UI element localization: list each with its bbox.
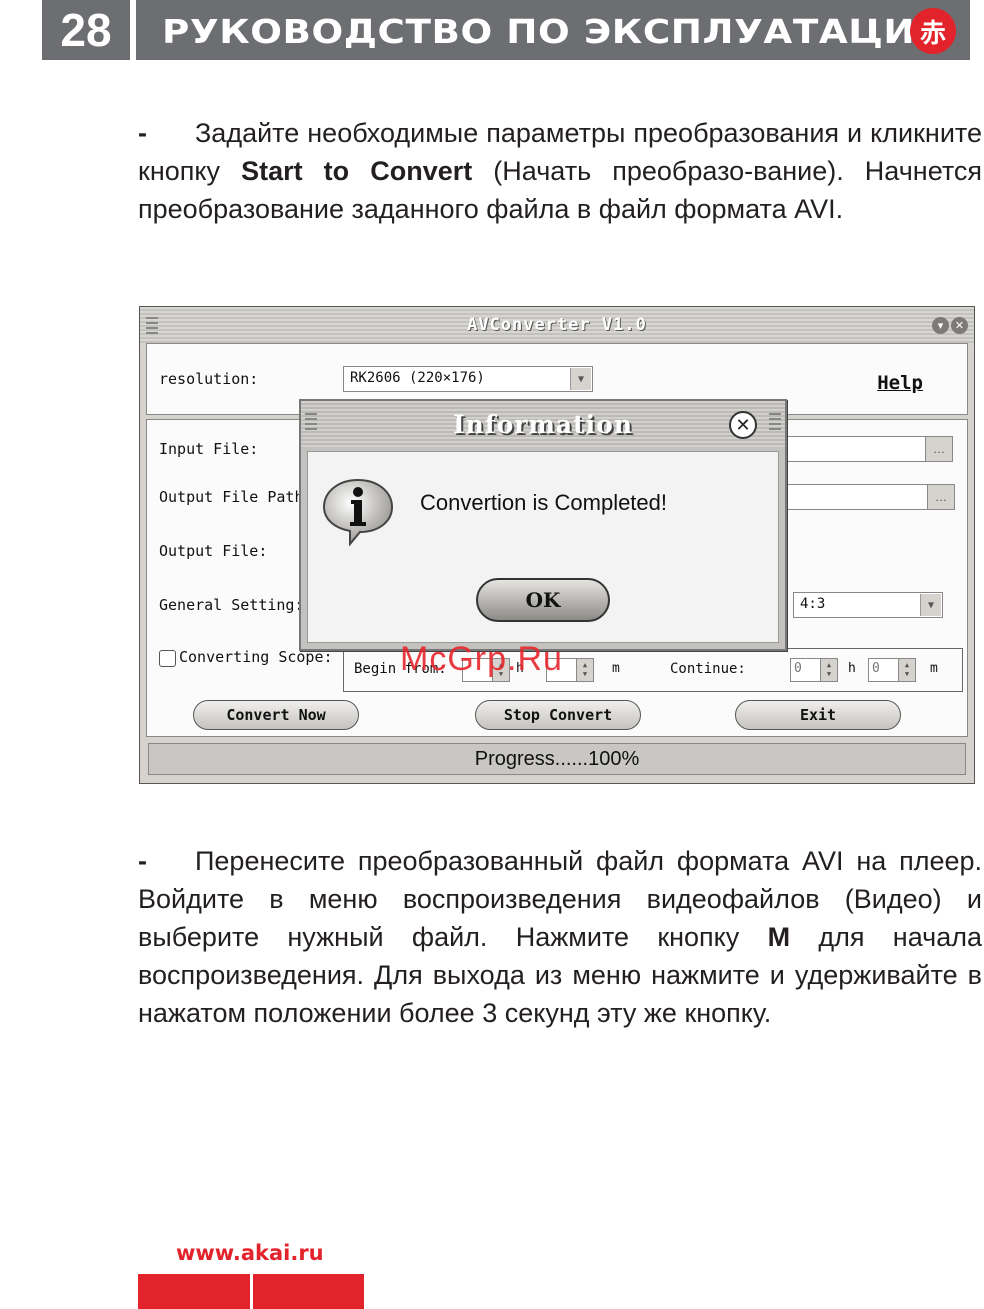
ok-button[interactable]: OK [476, 578, 610, 622]
chevron-down-icon[interactable]: ▼ [920, 594, 941, 616]
brand-logo: 赤 [910, 8, 956, 54]
input-file-field[interactable]: … [787, 436, 953, 462]
instruction-paragraph-2: - Перенесите преобразованный файл формата… [138, 842, 982, 1032]
spinner-arrows-icon[interactable]: ▲ ▼ [820, 659, 837, 681]
resolution-value: RK2606 (220×176) [350, 370, 485, 386]
aspect-select[interactable]: 4:3 ▼ [793, 592, 943, 618]
page-number: 28 [42, 0, 130, 60]
continue-label: Continue: [670, 661, 746, 677]
continue-m-unit: m [930, 661, 938, 676]
window-titlebar: AVConverter V1.0 ▾ ✕ [140, 307, 974, 345]
website-link[interactable]: www.akai.ru [176, 1241, 324, 1265]
instruction-paragraph-1: - Задайте необходимые параметры преобразо… [138, 114, 982, 228]
bullet-dash: - [138, 846, 147, 876]
spinner-arrows-icon[interactable]: ▲ ▼ [898, 659, 915, 681]
window-controls: ▾ ✕ [932, 317, 968, 334]
information-dialog: Information ✕ Convertion is Completed! O… [299, 399, 787, 651]
watermark: McGrp.Ru [400, 640, 563, 678]
input-file-label: Input File: [159, 440, 259, 458]
para2-button-name: M [767, 922, 791, 952]
dialog-message: Convertion is Completed! [420, 490, 668, 515]
close-icon[interactable]: ✕ [951, 317, 968, 334]
bullet-dash: - [138, 118, 147, 148]
general-setting-label: General Setting: [159, 596, 304, 614]
continue-h-unit: h [848, 661, 856, 676]
output-path-label: Output File Path [159, 488, 304, 506]
exit-button[interactable]: Exit [735, 700, 901, 730]
browse-icon[interactable]: … [927, 485, 954, 509]
footer-bar [138, 1274, 364, 1309]
continue-m-spinner[interactable]: 0 ▲ ▼ [868, 658, 916, 682]
header-band: РУКОВОДСТВО ПО ЭКСПЛУАТАЦИИ 赤 [136, 0, 970, 60]
dialog-body: Convertion is Completed! OK [307, 451, 779, 643]
stop-convert-button[interactable]: Stop Convert [475, 700, 641, 730]
spinner-arrows-icon[interactable]: ▲ ▼ [576, 659, 593, 681]
window-title: AVConverter V1.0 [467, 315, 647, 335]
begin-m-unit: m [612, 661, 620, 676]
dialog-close-icon[interactable]: ✕ [729, 411, 757, 439]
convert-now-button[interactable]: Convert Now [193, 700, 359, 730]
continue-h-value: 0 [794, 661, 802, 676]
output-file-label: Output File: [159, 542, 268, 560]
minimize-icon[interactable]: ▾ [932, 317, 949, 334]
help-link[interactable]: Help [877, 372, 923, 394]
title-grip-icon [769, 413, 781, 431]
continue-h-spinner[interactable]: 0 ▲ ▼ [790, 658, 838, 682]
info-bubble-icon [322, 478, 394, 546]
dialog-title: Information [452, 410, 634, 439]
aspect-value: 4:3 [800, 596, 826, 612]
resolution-label: resolution: [159, 370, 259, 388]
progress-bar: Progress......100% [148, 743, 966, 775]
browse-icon[interactable]: … [925, 437, 952, 461]
para1-button-name: Start to Convert [241, 156, 473, 186]
converting-scope-checkbox[interactable] [159, 650, 176, 667]
footer-divider [250, 1274, 253, 1309]
chevron-down-icon[interactable]: ▼ [570, 368, 591, 390]
header-title: РУКОВОДСТВО ПО ЭКСПЛУАТАЦИИ [162, 12, 947, 51]
converter-screenshot: AVConverter V1.0 ▾ ✕ resolution: RK2606 … [139, 306, 975, 784]
resolution-select[interactable]: RK2606 (220×176) ▼ [343, 366, 593, 392]
output-path-field[interactable]: … [787, 484, 955, 510]
continue-m-value: 0 [872, 661, 880, 676]
dialog-titlebar: Information ✕ [301, 401, 785, 447]
